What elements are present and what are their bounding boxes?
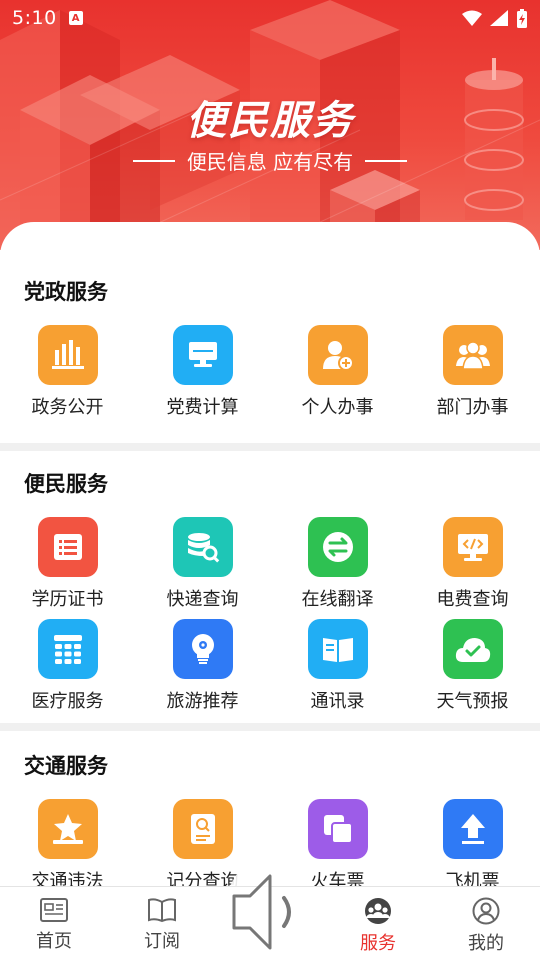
section-party-services: 党政服务 政务公开 党费计算 个人办事 部门办事	[0, 222, 540, 427]
status-bar: 5:10 A	[0, 0, 540, 36]
code-monitor-icon	[442, 517, 503, 577]
service-label: 通讯录	[310, 691, 365, 712]
service-label: 交通违法	[31, 871, 104, 886]
newspaper-icon	[40, 898, 68, 922]
exchange-icon	[307, 517, 368, 577]
service-label: 党费计算	[166, 397, 239, 418]
nav-label: 首页	[36, 931, 72, 952]
service-label: 天气预报	[436, 691, 509, 712]
document-search-icon	[172, 799, 233, 859]
service-label: 快递查询	[166, 589, 239, 610]
nav-label: 订阅	[144, 931, 180, 952]
speaker-icon[interactable]	[222, 862, 322, 960]
service-item-feiji[interactable]: 飞机票	[405, 799, 540, 886]
service-label: 个人办事	[301, 397, 374, 418]
profile-icon	[472, 897, 500, 925]
service-label: 政务公开	[31, 397, 104, 418]
notification-icon: A	[68, 11, 83, 25]
hero-banner: 5:10 A 便民服务 便民信息 应有尽有	[0, 0, 540, 250]
service-grid: 学历证书 快递查询 在线翻译 电费查询 医疗服务 旅游推荐 通讯录 天气预报	[0, 517, 540, 721]
service-item-dangfei[interactable]: 党费计算	[135, 325, 270, 427]
service-item-kuaidi[interactable]: 快递查询	[135, 517, 270, 619]
nav-services[interactable]: 服务	[324, 887, 432, 960]
service-item-dianfei[interactable]: 电费查询	[405, 517, 540, 619]
signal-icon	[490, 10, 508, 26]
status-time: 5:10	[12, 7, 57, 29]
group-icon	[365, 898, 391, 924]
grid-calendar-icon	[37, 619, 98, 679]
service-grid: 政务公开 党费计算 个人办事 部门办事	[0, 325, 540, 427]
nav-mine[interactable]: 我的	[432, 887, 540, 960]
users-icon	[442, 325, 503, 385]
banner-title: 便民服务	[186, 98, 354, 144]
service-label: 旅游推荐	[166, 691, 239, 712]
service-label: 电费查询	[436, 589, 509, 610]
section-title: 交通服务	[24, 754, 108, 778]
book-icon	[307, 619, 368, 679]
banner-subtitle: 便民信息 应有尽有	[0, 146, 540, 175]
nav-subscribe[interactable]: 订阅	[108, 887, 216, 960]
status-icons	[462, 8, 528, 28]
service-item-weifa[interactable]: 交通违法	[0, 799, 135, 886]
wifi-icon	[462, 10, 482, 26]
service-label: 医疗服务	[31, 691, 104, 712]
service-label: 在线翻译	[301, 589, 374, 610]
monitor-icon	[172, 325, 233, 385]
copy-icon	[307, 799, 368, 859]
service-label: 飞机票	[445, 871, 500, 886]
service-item-fanyi[interactable]: 在线翻译	[270, 517, 405, 619]
service-item-tongxun[interactable]: 通讯录	[270, 619, 405, 721]
subtitle-line-right	[365, 159, 408, 162]
service-label: 学历证书	[31, 589, 104, 610]
bulb-icon	[172, 619, 233, 679]
bar-chart-icon	[37, 325, 98, 385]
service-item-geren[interactable]: 个人办事	[270, 325, 405, 427]
nav-label: 我的	[468, 933, 504, 954]
user-add-icon	[307, 325, 368, 385]
open-book-icon	[148, 898, 176, 923]
service-label: 部门办事	[436, 397, 509, 418]
service-item-xueli[interactable]: 学历证书	[0, 517, 135, 619]
star-badge-icon	[37, 799, 98, 859]
service-item-lvyou[interactable]: 旅游推荐	[135, 619, 270, 721]
service-item-zhengwu[interactable]: 政务公开	[0, 325, 135, 427]
banner-subtitle-text: 便民信息 应有尽有	[186, 150, 354, 174]
upload-icon	[442, 799, 503, 859]
section-civic-services: 便民服务 学历证书 快递查询 在线翻译 电费查询 医疗服务 旅游推荐 通讯录 天…	[0, 451, 540, 721]
battery-charging-icon	[517, 9, 527, 28]
nav-home[interactable]: 首页	[0, 887, 108, 960]
section-title: 便民服务	[24, 472, 108, 496]
cloud-check-icon	[442, 619, 503, 679]
certificate-icon	[37, 517, 98, 577]
service-item-tianqi[interactable]: 天气预报	[405, 619, 540, 721]
subtitle-line-left	[132, 159, 175, 162]
services-panel: 党政服务 政务公开 党费计算 个人办事 部门办事 便民服务 学历证书 快递查询 …	[0, 222, 540, 886]
service-item-yiliao[interactable]: 医疗服务	[0, 619, 135, 721]
database-search-icon	[172, 517, 233, 577]
nav-label: 服务	[360, 933, 396, 954]
section-title: 党政服务	[24, 280, 108, 304]
section-divider	[0, 443, 540, 451]
service-item-bumen[interactable]: 部门办事	[405, 325, 540, 427]
section-divider	[0, 723, 540, 731]
